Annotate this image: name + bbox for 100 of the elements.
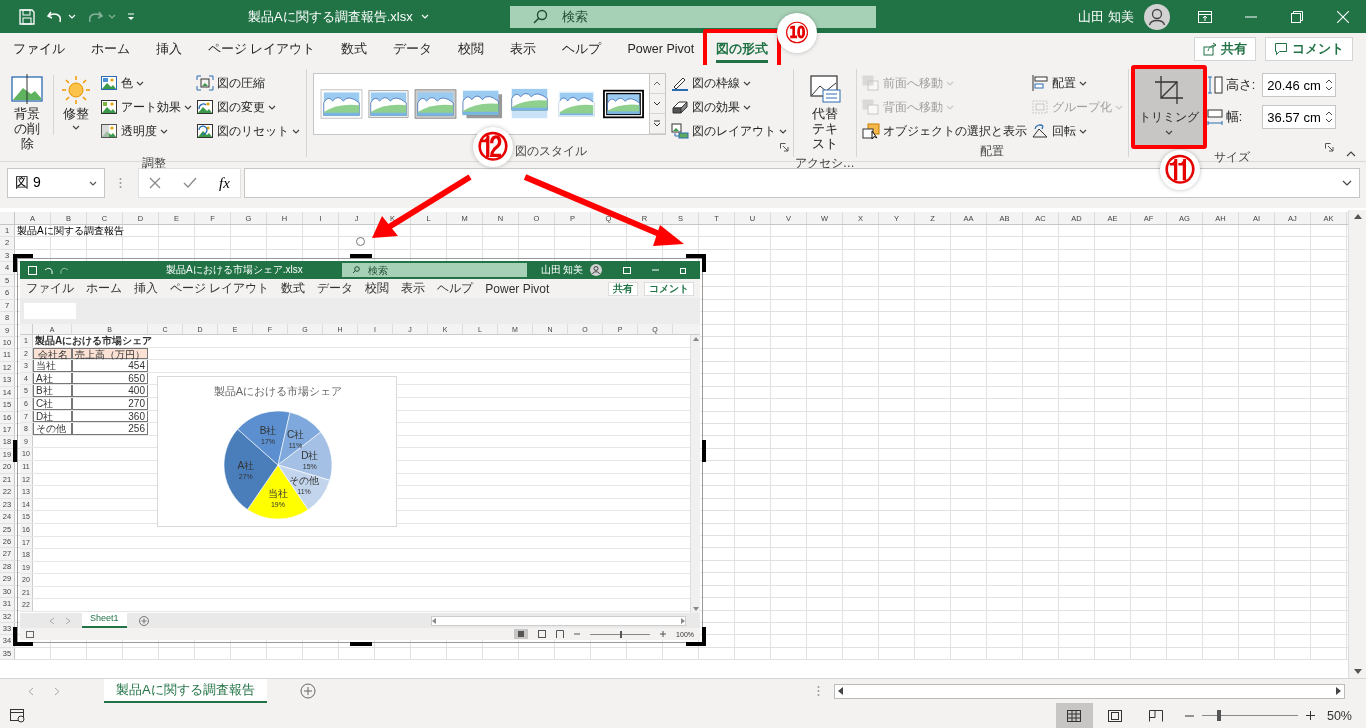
- crop-button[interactable]: トリミング: [1134, 69, 1203, 145]
- prev-sheet-icon[interactable]: [28, 686, 34, 696]
- corrections-button[interactable]: 修整: [57, 71, 94, 133]
- down-arrow-icon: [692, 607, 699, 611]
- sheet-tab[interactable]: 製品Aに関する調査報告: [104, 679, 267, 703]
- zoom-in-icon[interactable]: [1305, 711, 1315, 720]
- avatar-icon[interactable]: [1144, 3, 1170, 30]
- minimize-icon[interactable]: [1245, 15, 1257, 18]
- name-box[interactable]: 図 9: [7, 168, 105, 198]
- ribbon-tab[interactable]: ホーム: [78, 33, 143, 65]
- picture-style-thumbnail[interactable]: [319, 88, 363, 120]
- table-cell: その他: [33, 423, 72, 435]
- height-field[interactable]: 20.46 cm: [1262, 73, 1337, 97]
- ribbon-button[interactable]: 透明度: [97, 119, 194, 143]
- ribbon-display-icon: [623, 266, 632, 274]
- group-label: 図のスタイル: [514, 144, 587, 158]
- cell-text: 製品Aに関する調査報告: [16, 225, 124, 237]
- enter-icon[interactable]: [183, 177, 197, 189]
- ribbon-tab[interactable]: 表示: [497, 33, 550, 65]
- ribbon-button[interactable]: 図の変更: [193, 95, 302, 119]
- ribbon-tab[interactable]: 挿入: [143, 33, 195, 65]
- undo-icon: [44, 265, 53, 275]
- spinner-icon: [1325, 78, 1334, 92]
- ribbon-button[interactable]: アート効果: [97, 95, 194, 119]
- page-break-icon: [1149, 709, 1164, 722]
- up-arrow-icon: [1353, 214, 1362, 219]
- save-icon[interactable]: [18, 7, 36, 26]
- picture-layout-icon: [670, 123, 689, 139]
- ribbon-tab[interactable]: ページ レイアウト: [195, 33, 329, 65]
- crop-icon: [1153, 75, 1184, 105]
- ribbon-button[interactable]: 図の効果: [668, 95, 789, 119]
- page-layout-icon: [1108, 709, 1123, 722]
- comment-button[interactable]: コメント: [1265, 37, 1353, 61]
- scrollbar[interactable]: [1348, 210, 1366, 678]
- add-sheet-icon[interactable]: [299, 683, 316, 699]
- ribbon-display-icon[interactable]: [1198, 10, 1212, 23]
- picture-style-thumbnail[interactable]: [366, 88, 410, 120]
- tab-label: データ: [316, 280, 355, 297]
- ribbon-button[interactable]: 回転: [1028, 119, 1125, 143]
- shape-effects-icon: [670, 99, 689, 115]
- ribbon-tab[interactable]: 数式: [328, 33, 381, 65]
- picture-style-thumbnail[interactable]: [460, 88, 504, 120]
- crop-handle[interactable]: [350, 642, 372, 646]
- share-button[interactable]: 共有: [1194, 37, 1256, 61]
- alt-text-button[interactable]: 代替テキスト: [803, 71, 847, 155]
- compress-icon: [195, 75, 214, 91]
- group-label: 配置: [980, 144, 1005, 158]
- customize-icon[interactable]: [126, 11, 136, 22]
- crop-handle[interactable]: [702, 440, 706, 462]
- rotate-handle[interactable]: [356, 237, 365, 246]
- transparency-icon: [99, 123, 118, 139]
- view-button[interactable]: [1055, 703, 1093, 728]
- table-cell: 360: [72, 410, 148, 423]
- tab-label: Power Pivot: [484, 281, 551, 296]
- window-title: 製品Aに関する調査報告.xlsx: [248, 7, 413, 26]
- picture-icon: [99, 75, 118, 91]
- remove-background-button[interactable]: 背景の削除: [6, 71, 49, 155]
- ribbon-tab[interactable]: データ: [380, 33, 446, 65]
- table-cell: 256: [72, 423, 148, 435]
- dialog-launcher-icon[interactable]: [779, 143, 789, 152]
- next-sheet-icon[interactable]: [54, 686, 60, 696]
- zoom-out-icon[interactable]: [1184, 714, 1194, 717]
- sheet-status-icon: [10, 708, 26, 723]
- share-button: 共有: [608, 281, 638, 296]
- group-icon: [1030, 99, 1049, 115]
- close-icon[interactable]: [1337, 10, 1349, 23]
- collapse-ribbon-icon[interactable]: [1346, 151, 1356, 157]
- right-arrow-icon: [1336, 687, 1341, 695]
- ribbon-button[interactable]: オブジェクトの選択と表示: [859, 119, 1029, 143]
- cancel-icon[interactable]: [149, 177, 161, 189]
- ribbon-button[interactable]: 図の枠線: [668, 71, 789, 95]
- picture-frame[interactable]: [17, 258, 703, 643]
- redo-icon: [60, 265, 69, 275]
- ribbon-button[interactable]: 図の圧縮: [193, 71, 302, 95]
- ribbon-button[interactable]: 配置: [1028, 71, 1125, 95]
- crop-handle[interactable]: [13, 642, 33, 646]
- zoom-level[interactable]: 50%: [1326, 708, 1352, 723]
- insert-function-button[interactable]: fx: [219, 174, 230, 192]
- zoom-slider-thumb[interactable]: [1217, 710, 1222, 721]
- dialog-launcher-icon[interactable]: [1325, 143, 1335, 152]
- picture-reset-icon: [195, 123, 214, 139]
- restore-icon[interactable]: [1291, 10, 1303, 23]
- tab-label: ホーム: [85, 280, 123, 297]
- picture-style-thumbnail[interactable]: [413, 88, 457, 120]
- scrollbar[interactable]: [834, 683, 1345, 699]
- ribbon-button[interactable]: 図のレイアウト: [668, 119, 789, 143]
- comment-icon: [1274, 42, 1288, 56]
- ribbon-button[interactable]: 図のリセット: [193, 119, 302, 143]
- sheet-status-icon: [26, 630, 34, 638]
- rotate-icon: [1030, 123, 1049, 139]
- ribbon-tab[interactable]: ヘルプ: [549, 33, 615, 65]
- ribbon-button[interactable]: 色: [97, 71, 194, 95]
- crop-handle[interactable]: [350, 254, 372, 258]
- crop-handle[interactable]: [13, 440, 17, 462]
- crop-handle[interactable]: [702, 627, 706, 645]
- ribbon-tab[interactable]: ファイル: [0, 33, 78, 65]
- picture-style-thumbnail[interactable]: [601, 88, 645, 120]
- width-field[interactable]: 36.57 cm: [1262, 105, 1337, 129]
- save-icon: [28, 265, 37, 275]
- ribbon-tab[interactable]: 校閲: [445, 33, 498, 65]
